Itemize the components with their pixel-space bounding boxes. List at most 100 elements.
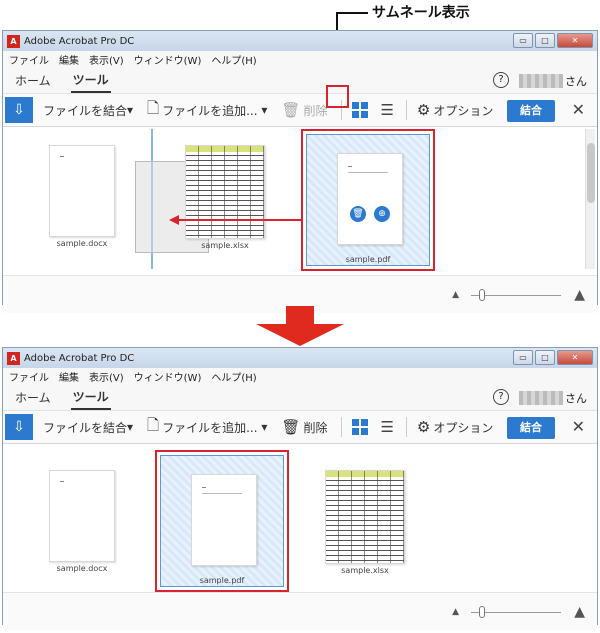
menu-edit[interactable]: 編集 — [59, 52, 79, 67]
add-files-button[interactable]: 🗋 ファイルを追加... ▾ — [147, 415, 267, 440]
user-suffix: さん — [565, 75, 587, 88]
minimize-button[interactable]: ▭ — [513, 33, 533, 48]
user-name-redacted — [519, 74, 563, 88]
minimize-button[interactable]: ▭ — [513, 350, 533, 365]
close-tool-icon[interactable]: ✕ — [572, 417, 585, 436]
tab-bar: ホーム ツール ? さん — [3, 68, 597, 93]
window-controls: ▭ □ ✕ — [513, 33, 593, 48]
user-account[interactable]: さん — [519, 73, 587, 89]
list-view-button[interactable]: ☰ — [380, 418, 393, 436]
combine-tool-icon[interactable]: ⇩ — [5, 414, 33, 440]
combine-files-menu[interactable]: ファイルを結合 ▾ — [43, 102, 133, 119]
combine-button[interactable]: 結合 — [507, 417, 555, 439]
vertical-scrollbar[interactable] — [585, 129, 595, 269]
combine-files-label: ファイルを結合 — [43, 103, 128, 118]
menu-file[interactable]: ファイル — [9, 369, 49, 384]
help-icon[interactable]: ? — [493, 389, 509, 405]
list-view-button[interactable]: ☰ — [380, 101, 393, 119]
menu-window[interactable]: ウィンドウ(W) — [134, 52, 202, 67]
acrobat-logo-icon: A — [7, 351, 20, 365]
page-preview — [49, 470, 115, 562]
menu-help[interactable]: ヘルプ(H) — [211, 369, 256, 384]
file-name: sample.xlsx — [341, 566, 389, 575]
acrobat-window-after: A Adobe Acrobat Pro DC ▭ □ ✕ ファイル 編集 表示(… — [2, 347, 598, 630]
user-suffix: さん — [565, 392, 587, 405]
combine-files-menu[interactable]: ファイルを結合 ▾ — [43, 419, 133, 436]
file-thumbnail[interactable]: sample.docx — [47, 145, 117, 248]
slider-handle[interactable] — [479, 606, 485, 618]
tab-tools[interactable]: ツール — [70, 385, 111, 410]
menu-bar: ファイル 編集 表示(V) ウィンドウ(W) ヘルプ(H) — [3, 368, 597, 385]
maximize-button[interactable]: □ — [535, 350, 555, 365]
trash-icon[interactable]: 🗑 — [350, 206, 366, 222]
combine-button[interactable]: 結合 — [507, 100, 555, 122]
tab-home[interactable]: ホーム — [13, 386, 53, 409]
thumbnail-view-button[interactable] — [352, 102, 369, 118]
close-window-button[interactable]: ✕ — [557, 33, 593, 48]
drag-direction-arrow — [179, 219, 301, 221]
file-thumbnail[interactable]: sample.xlsx — [183, 145, 267, 250]
close-window-button[interactable]: ✕ — [557, 350, 593, 365]
menu-file[interactable]: ファイル — [9, 52, 49, 67]
menu-edit[interactable]: 編集 — [59, 369, 79, 384]
user-account[interactable]: さん — [519, 390, 587, 406]
selected-file-tile[interactable]: 🗑 ⊕ sample.pdf — [306, 134, 430, 266]
file-thumbnail[interactable]: sample.xlsx — [323, 470, 407, 575]
arrow-head-icon — [169, 215, 179, 225]
gear-icon: ⚙ — [416, 101, 431, 119]
window-title: Adobe Acrobat Pro DC — [24, 352, 135, 364]
zoom-in-icon[interactable]: ⊕ — [374, 206, 390, 222]
tab-tools[interactable]: ツール — [70, 68, 111, 93]
transition-arrow-icon — [256, 306, 344, 346]
callout-highlight-box — [326, 85, 349, 108]
options-label: オプション — [433, 420, 494, 435]
combine-toolbar: ⇩ ファイルを結合 ▾ 🗋 ファイルを追加... ▾ 🗑 削除 ☰ ⚙ オプショ… — [3, 410, 597, 444]
scrollbar-thumb[interactable] — [587, 143, 595, 203]
file-thumbnail-area: sample.docx sample.pdf sample.xlsx — [3, 444, 597, 592]
tab-home[interactable]: ホーム — [13, 69, 53, 92]
dropdown-arrow-icon: ▾ — [257, 420, 268, 434]
add-file-icon: 🗋 — [147, 98, 160, 117]
callout-line — [336, 12, 368, 14]
acrobat-logo-icon: A — [7, 34, 20, 48]
delete-button[interactable]: 🗑 削除 — [281, 101, 327, 119]
add-file-icon: 🗋 — [147, 415, 160, 434]
file-name: sample.docx — [56, 564, 108, 573]
file-thumbnail-area: sample.docx sample.xlsx 🗑 ⊕ sample.pdf — [3, 127, 597, 275]
page-preview — [191, 474, 257, 566]
file-thumbnail[interactable]: sample.docx — [47, 470, 117, 573]
large-thumbnail-icon: ▲ — [574, 287, 585, 303]
delete-button[interactable]: 🗑 削除 — [281, 418, 327, 436]
menu-help[interactable]: ヘルプ(H) — [211, 52, 256, 67]
menu-view[interactable]: 表示(V) — [89, 369, 124, 384]
title-bar: A Adobe Acrobat Pro DC ▭ □ ✕ — [3, 31, 597, 51]
menu-view[interactable]: 表示(V) — [89, 52, 124, 67]
selected-file-highlight: sample.pdf — [155, 450, 289, 592]
combine-tool-icon[interactable]: ⇩ — [5, 97, 33, 123]
trash-icon: 🗑 — [281, 101, 301, 119]
thumbnail-size-bar: ▲ ▲ — [3, 592, 597, 630]
add-files-label: ファイルを追加... — [162, 420, 258, 435]
options-button[interactable]: ⚙ オプション — [417, 418, 493, 436]
menu-window[interactable]: ウィンドウ(W) — [134, 369, 202, 384]
file-name: sample.pdf — [199, 576, 245, 585]
add-files-button[interactable]: 🗋 ファイルを追加... ▾ — [147, 98, 267, 123]
options-button[interactable]: ⚙ オプション — [417, 101, 493, 119]
maximize-button[interactable]: □ — [535, 33, 555, 48]
close-tool-icon[interactable]: ✕ — [572, 100, 585, 119]
acrobat-window-before: A Adobe Acrobat Pro DC ▭ □ ✕ ファイル 編集 表示(… — [2, 30, 598, 313]
help-icon[interactable]: ? — [493, 72, 509, 88]
add-files-label: ファイルを追加... — [162, 103, 258, 118]
toolbar-divider — [405, 417, 407, 437]
delete-label: 削除 — [303, 103, 328, 118]
gear-icon: ⚙ — [416, 418, 431, 436]
slider-handle[interactable] — [479, 289, 485, 301]
menu-bar: ファイル 編集 表示(V) ウィンドウ(W) ヘルプ(H) — [3, 51, 597, 68]
window-title: Adobe Acrobat Pro DC — [24, 35, 135, 47]
file-name: sample.xlsx — [201, 241, 249, 250]
selected-file-tile[interactable]: sample.pdf — [160, 455, 284, 587]
dropdown-arrow-icon: ▾ — [127, 103, 134, 117]
thumbnail-view-button[interactable] — [352, 419, 369, 435]
file-name: sample.docx — [56, 239, 108, 248]
dropdown-arrow-icon: ▾ — [257, 103, 268, 117]
